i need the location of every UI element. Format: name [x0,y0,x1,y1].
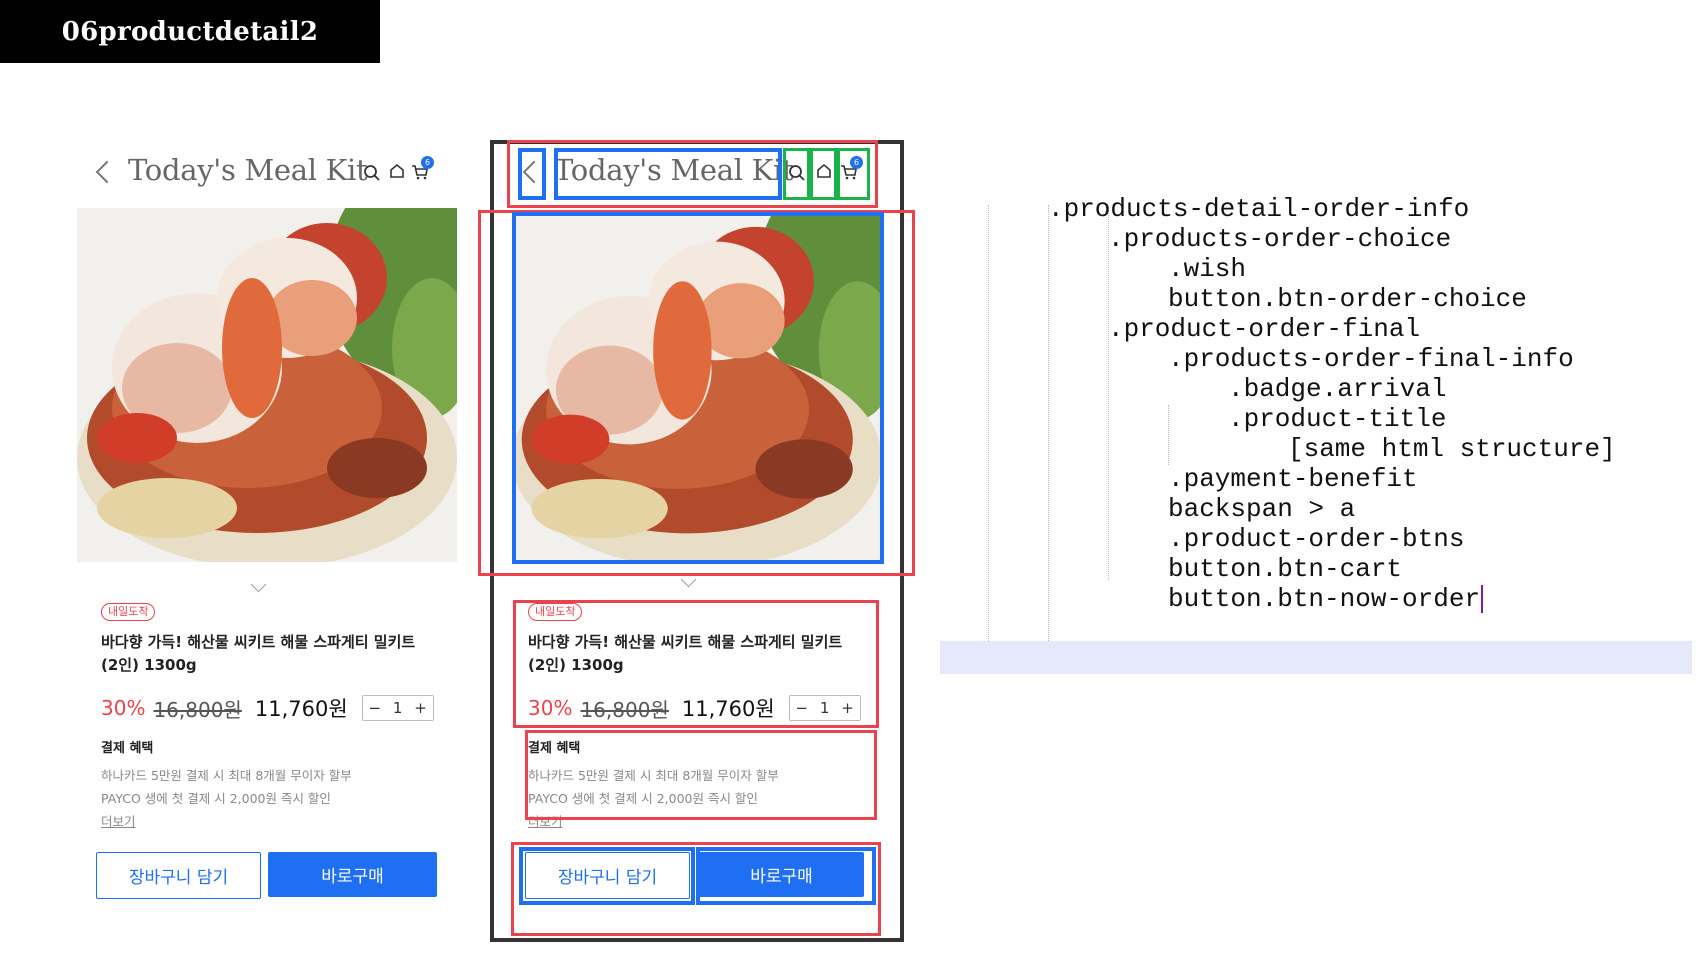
header-title: Today's Meal Kit [128,153,368,187]
slide-title: 06productdetail2 [61,16,319,47]
code-line: .product-title [1228,404,1447,434]
product-title-line1: 바다향 가득! 해산물 씨키트 해물 스파게티 밀키트 [101,633,416,651]
payment-benefit-line: PAYCO 생에 첫 결제 시 2,000원 즉시 할인 [101,791,331,806]
search-icon[interactable] [363,164,381,182]
home-icon[interactable] [388,162,406,180]
indent-guide [1168,405,1169,465]
product-title: 바다향 가득! 해산물 씨키트 해물 스파게티 밀키트 (2인) 1300g [101,631,446,677]
chevron-down-icon[interactable] [250,576,267,593]
original-price: 16,800원 [153,697,242,722]
indent-guide [1048,205,1049,641]
code-line: [same html structure] [1288,434,1616,464]
add-to-cart-button[interactable]: 장바구니 담기 [96,852,261,899]
buy-now-button[interactable]: 바로구매 [268,852,437,897]
quantity-plus-button[interactable]: + [414,699,427,717]
cart-annotation-box [837,148,870,200]
code-line: .wish [1168,254,1247,284]
title-annotation-box [554,148,782,200]
quantity-value: 1 [392,699,403,717]
product-image [77,208,457,562]
code-line: button.btn-cart [1168,554,1403,584]
discount-rate: 30% [101,696,146,720]
slide-title-banner: 06productdetail2 [0,0,380,63]
cart-count-badge: 6 [421,156,434,169]
back-button-annotation-box [518,148,546,200]
code-line: .product-order-btns [1168,524,1465,554]
search-annotation-box [783,148,810,200]
payment-benefit-title: 결제 혜택 [101,741,154,756]
image-annotation-box [512,212,884,564]
code-line: .product-order-final [1108,314,1421,344]
current-line-highlight [940,641,1692,674]
quantity-stepper[interactable]: − 1 + [361,695,434,721]
code-line: .payment-benefit [1168,464,1418,494]
payment-benefit-line: 하나카드 5만원 결제 시 최대 8개월 무이자 할부 [101,768,352,783]
code-line-text: button.btn-now-order [1168,584,1481,614]
caret-icon [1481,585,1484,614]
code-line-current[interactable]: button.btn-now-order [1168,583,1484,616]
code-line: backspan > a [1168,494,1356,524]
more-link[interactable]: 더보기 [101,811,136,830]
html-structure-code: .products-detail-order-info .products-or… [940,194,1700,685]
indent-guide [1108,205,1109,580]
payment-benefit-annotation-box [525,730,877,820]
cart-button-annotation-box [519,847,695,905]
buy-now-annotation-box [696,847,876,905]
arrival-badge: 내일도착 [101,603,156,621]
back-chevron-icon[interactable] [95,160,119,184]
price-row: 30% 16,800원 11,760원 − 1 + [101,693,434,723]
quantity-minus-button[interactable]: − [369,699,382,717]
home-annotation-box [810,148,837,200]
product-title-line2: (2인) 1300g [101,656,197,674]
code-line: .products-order-choice [1108,224,1452,254]
code-line: .products-detail-order-info [1048,194,1470,224]
annotated-mockup: Today's Meal Kit 6 내일도착 바다향 가득! 해산물 씨키트 … [478,140,915,942]
code-line: .badge.arrival [1228,374,1447,404]
indent-guide [988,205,989,641]
code-line: .products-order-final-info [1168,344,1574,374]
final-info-annotation-box [513,600,879,728]
product-detail-mockup: Today's Meal Kit 6 내일도착 바다향 가득! 해산물 씨키트 … [77,140,457,920]
final-price: 11,760원 [254,697,348,721]
code-line: button.btn-order-choice [1168,284,1527,314]
